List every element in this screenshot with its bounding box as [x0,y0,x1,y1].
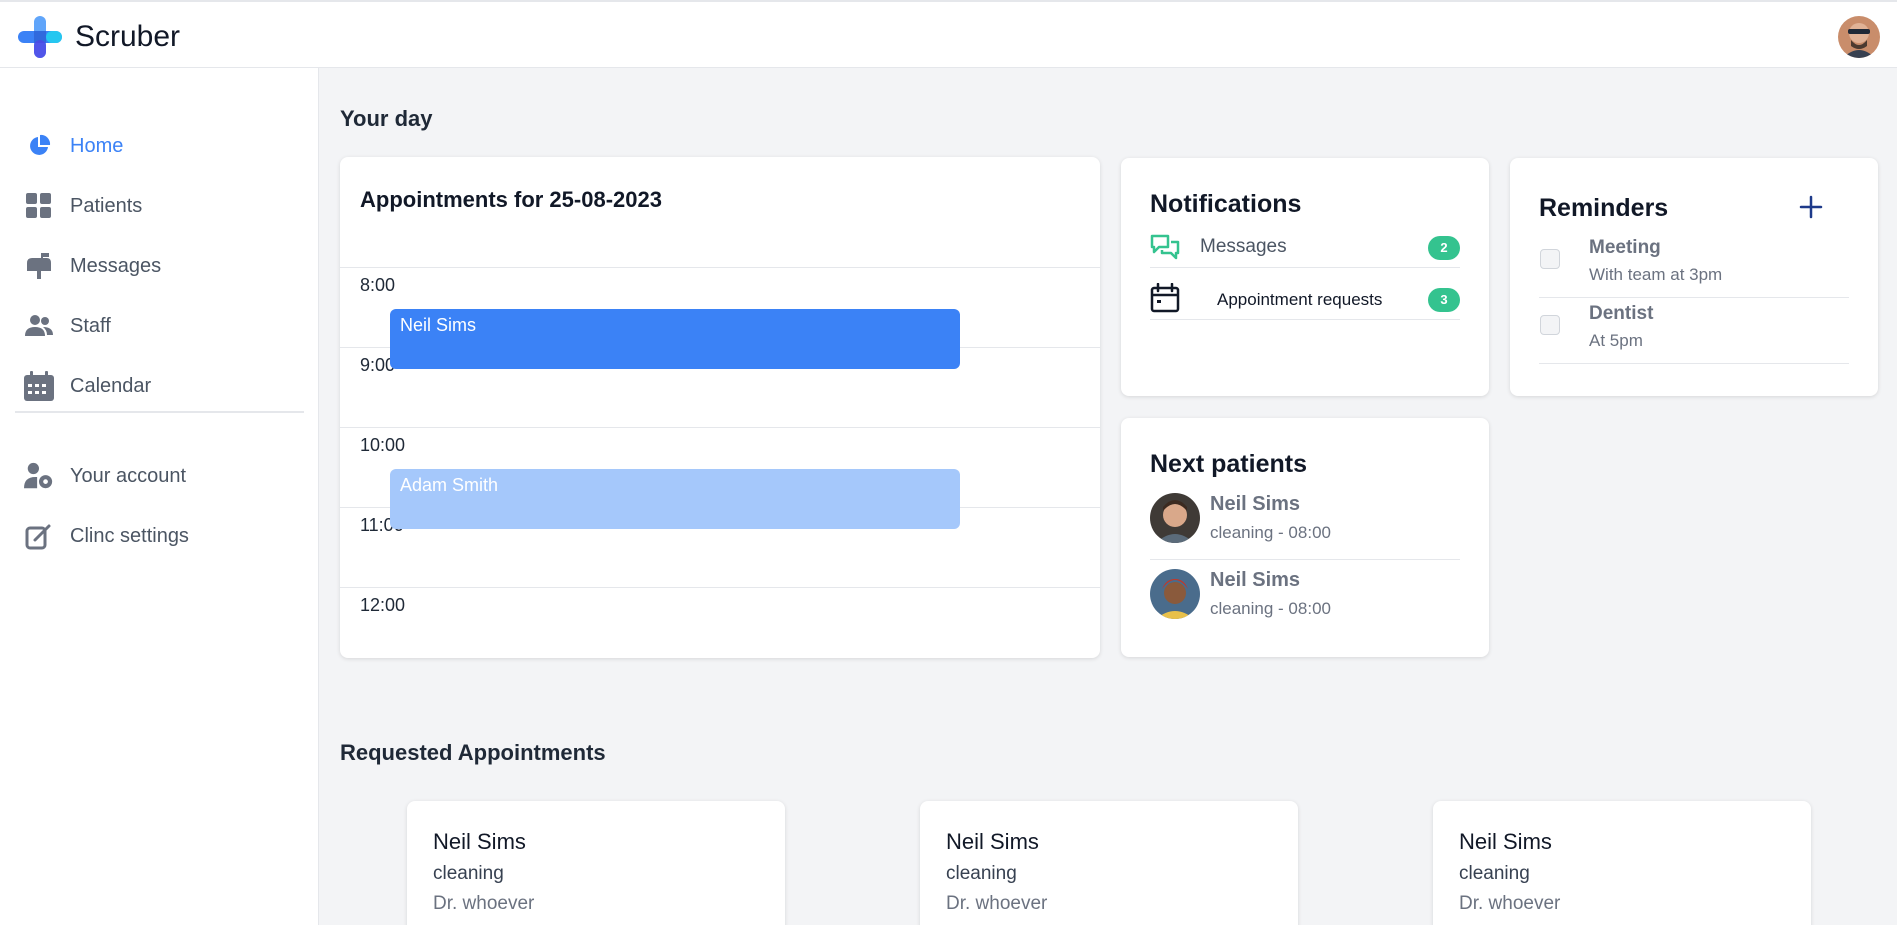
sidebar-item-label: Clinc settings [70,524,189,547]
chat-bubbles-icon [1150,233,1180,266]
appointment-event[interactable]: Adam Smith [390,469,960,529]
user-avatar[interactable] [1838,16,1880,58]
reminder-title: Dentist [1589,303,1654,324]
sidebar-item-your-account[interactable]: Your account [24,456,294,496]
reminder-item: Dentist At 5pm [1539,300,1849,364]
notification-label: Messages [1200,236,1287,257]
reminder-checkbox[interactable] [1540,315,1560,335]
sidebar-item-label: Patients [70,194,143,217]
patient-detail: cleaning - 08:00 [1210,599,1331,618]
count-badge: 3 [1428,288,1460,312]
reminder-item: Meeting With team at 3pm [1539,234,1849,298]
appointments-card: Appointments for 25-08-2023 8:00 9:00 10… [340,157,1100,658]
patient-detail: cleaning - 08:00 [1210,523,1331,542]
sidebar-item-label: Your account [70,464,187,487]
hour-divider [340,587,1100,588]
sidebar-item-label: Home [70,134,124,157]
reminders-title: Reminders [1539,194,1669,222]
requested-appointment-card[interactable]: Neil Sims cleaning Dr. whoever [407,801,785,925]
notification-label: Appointment requests [1217,290,1383,309]
calendar-icon [24,371,54,401]
sidebar-item-patients[interactable]: Patients [24,186,294,226]
hour-divider [340,267,1100,268]
sidebar-item-home[interactable]: Home [24,126,294,166]
reminder-subtitle: At 5pm [1589,331,1643,350]
avatar [1150,569,1200,619]
hour-label: 8:00 [360,275,396,295]
notifications-title: Notifications [1150,190,1302,218]
sidebar-divider [15,411,304,413]
patient-name: Neil Sims [1210,493,1301,515]
sidebar-item-messages[interactable]: Messages [24,246,294,286]
reminder-subtitle: With team at 3pm [1589,265,1723,284]
appointment-event[interactable]: Neil Sims [390,309,960,369]
next-patients-card: Next patients Neil Sims cleaning - 08:00… [1121,418,1489,657]
appointments-title: Appointments for 25-08-2023 [360,187,662,212]
mailbox-icon [24,251,54,281]
section-title-your-day: Your day [340,106,433,131]
calendar-icon [1150,282,1180,318]
notifications-card: Notifications Messages 2 Appointment req… [1121,158,1489,396]
sidebar-item-label: Staff [70,314,111,337]
hour-label: 12:00 [360,595,406,615]
reminders-card: Reminders Meeting With team at 3pm Denti… [1510,158,1878,396]
request-doctor: Dr. whoever [433,893,535,914]
hour-label: 10:00 [360,435,406,455]
count-badge: 2 [1428,236,1460,260]
sidebar-item-label: Messages [70,254,162,277]
brand-name[interactable]: Scruber [75,20,180,54]
request-patient-name: Neil Sims [1459,829,1552,854]
sidebar-item-clinic-settings[interactable]: Clinc settings [24,516,294,556]
request-patient-name: Neil Sims [946,829,1039,854]
next-patients-title: Next patients [1150,450,1307,478]
sidebar-item-label: Calendar [70,374,152,397]
sidebar-item-staff[interactable]: Staff [24,306,294,346]
avatar [1150,493,1200,543]
request-doctor: Dr. whoever [946,893,1048,914]
reminder-checkbox[interactable] [1540,249,1560,269]
pie-chart-icon [24,131,54,161]
top-bar: Scruber [0,0,1897,68]
request-type: cleaning [1459,863,1530,884]
pen-to-square-icon [24,521,54,551]
patient-item[interactable]: Neil Sims cleaning - 08:00 [1150,488,1460,560]
requested-appointment-card[interactable]: Neil Sims cleaning Dr. whoever [1433,801,1811,925]
notification-messages[interactable]: Messages 2 [1150,228,1460,268]
logo-icon[interactable] [18,16,62,58]
patient-item[interactable]: Neil Sims cleaning - 08:00 [1150,564,1460,636]
sidebar: Home Patients Messages Staff Calendar Yo… [0,68,319,925]
request-patient-name: Neil Sims [433,829,526,854]
add-reminder-button[interactable] [1798,194,1824,220]
hour-divider [340,427,1100,428]
request-doctor: Dr. whoever [1459,893,1561,914]
reminder-title: Meeting [1589,237,1661,258]
section-title-requested-appointments: Requested Appointments [340,740,606,765]
grid-icon [24,191,54,221]
request-type: cleaning [946,863,1017,884]
request-type: cleaning [433,863,504,884]
requested-appointment-card[interactable]: Neil Sims cleaning Dr. whoever [920,801,1298,925]
users-icon [24,311,54,341]
user-gear-icon [24,461,54,491]
sidebar-item-calendar[interactable]: Calendar [24,366,294,406]
notification-appointment-requests[interactable]: Appointment requests 3 [1150,280,1460,320]
patient-name: Neil Sims [1210,569,1301,591]
